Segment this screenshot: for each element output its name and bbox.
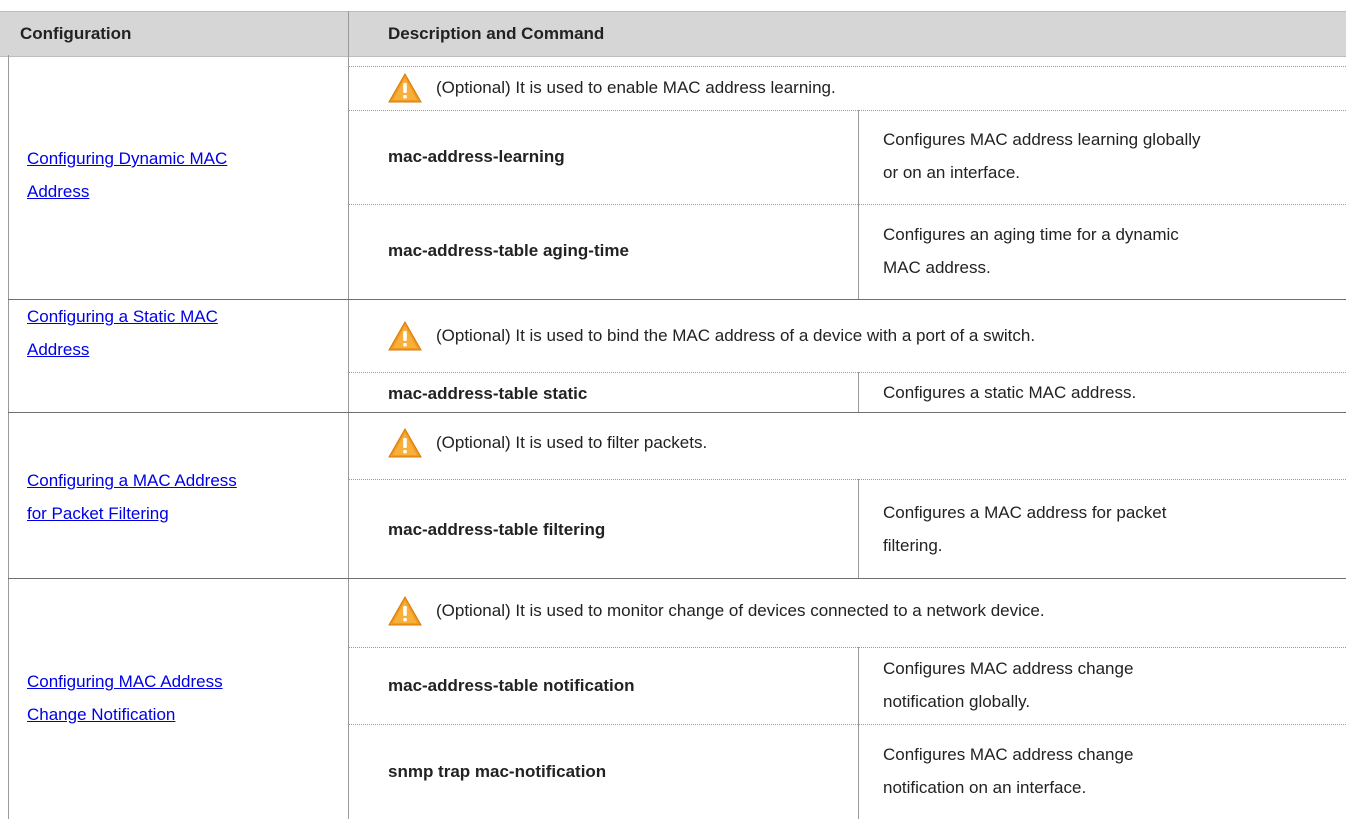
optional-note: (Optional) It is used to monitor change … [388, 596, 1045, 626]
desc-line1: Configures an aging time for a dynamic [883, 225, 1179, 244]
config-link-line2: for Packet Filtering [27, 504, 169, 523]
desc-line2: notification globally. [883, 692, 1031, 711]
command-description: Configures a MAC address for packet filt… [883, 496, 1323, 562]
command-description: Configures MAC address learning globally… [883, 123, 1323, 189]
column-divider [348, 11, 349, 819]
command-filtering: mac-address-table filtering [388, 520, 606, 539]
note-text: (Optional) It is used to bind the MAC ad… [436, 326, 1036, 345]
desc-line2: filtering. [883, 536, 943, 555]
table-header: Configuration Description and Command [0, 11, 1346, 57]
row-separator [348, 110, 1346, 111]
row-separator [348, 66, 1346, 67]
section-separator [8, 578, 1346, 579]
config-link-packet-filtering[interactable]: Configuring a MAC Address for Packet Fil… [27, 464, 237, 530]
warning-icon [388, 428, 422, 458]
note-text: (Optional) It is used to enable MAC addr… [436, 78, 836, 97]
config-link-change-notification[interactable]: Configuring MAC Address Change Notificat… [27, 665, 223, 731]
command-description: Configures MAC address change notificati… [883, 652, 1323, 718]
desc-line1: Configures a MAC address for packet [883, 503, 1167, 522]
sub-divider-3 [858, 479, 859, 578]
config-link-line2: Address [27, 182, 90, 201]
config-link-static-mac[interactable]: Configuring a Static MAC Address [27, 300, 218, 366]
command-description: Configures an aging time for a dynamic M… [883, 218, 1323, 284]
sub-divider-2 [858, 372, 859, 412]
row-separator [348, 204, 1346, 205]
header-configuration: Configuration [20, 24, 132, 43]
desc-line2: MAC address. [883, 258, 991, 277]
config-link-line2: Change Notification [27, 705, 176, 724]
row-separator [348, 372, 1346, 373]
header-description-command: Description and Command [388, 24, 605, 43]
command-notification: mac-address-table notification [388, 676, 635, 695]
config-link-line1: Configuring a MAC Address [27, 471, 237, 490]
command-description: Configures MAC address change notificati… [883, 738, 1323, 804]
left-border [8, 55, 9, 819]
warning-icon [388, 321, 422, 351]
command-static: mac-address-table static [388, 384, 588, 403]
row-separator [348, 724, 1346, 725]
warning-icon [388, 596, 422, 626]
command-snmp-trap: snmp trap mac-notification [388, 762, 607, 781]
desc-line1: Configures MAC address learning globally [883, 130, 1201, 149]
desc-line1: Configures a static MAC address. [883, 383, 1137, 402]
command-aging-time: mac-address-table aging-time [388, 241, 629, 260]
note-text: (Optional) It is used to monitor change … [436, 601, 1045, 620]
optional-note: (Optional) It is used to enable MAC addr… [388, 73, 836, 103]
command-mac-address-learning: mac-address-learning [388, 147, 565, 166]
section-separator [8, 412, 1346, 413]
config-link-line1: Configuring a Static MAC [27, 307, 218, 326]
command-description: Configures a static MAC address. [883, 376, 1323, 409]
config-link-dynamic-mac[interactable]: Configuring Dynamic MAC Address [27, 142, 227, 208]
warning-icon [388, 73, 422, 103]
optional-note: (Optional) It is used to filter packets. [388, 428, 707, 458]
desc-line2: or on an interface. [883, 163, 1021, 182]
desc-line1: Configures MAC address change [883, 659, 1134, 678]
config-link-line2: Address [27, 340, 90, 359]
desc-line2: notification on an interface. [883, 778, 1087, 797]
config-link-line1: Configuring Dynamic MAC [27, 149, 228, 168]
desc-line1: Configures MAC address change [883, 745, 1134, 764]
row-separator [348, 479, 1346, 480]
row-separator [348, 647, 1346, 648]
optional-note: (Optional) It is used to bind the MAC ad… [388, 321, 1035, 351]
config-link-line1: Configuring MAC Address [27, 672, 223, 691]
sub-divider-4 [858, 647, 859, 819]
note-text: (Optional) It is used to filter packets. [436, 433, 708, 452]
